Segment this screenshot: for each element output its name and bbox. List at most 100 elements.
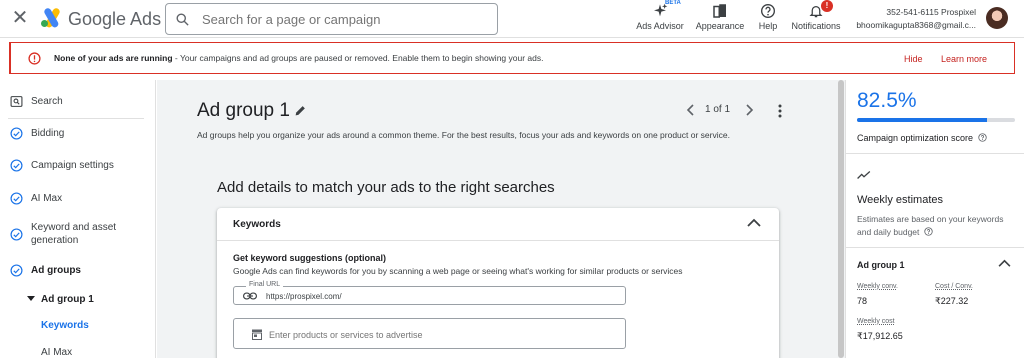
weekly-conv-value: 78 [857, 296, 868, 306]
search-box[interactable] [165, 3, 498, 35]
search-page-icon [10, 96, 23, 107]
nav-item-keywords[interactable]: Keywords [0, 319, 156, 333]
chevron-right-icon[interactable] [745, 104, 755, 116]
weekly-cost-label: Weekly cost [857, 318, 895, 325]
nav-item-ad-groups[interactable]: Ad groups [0, 264, 156, 278]
nav-label: Ad groups [31, 265, 81, 276]
ads-advisor-button[interactable]: BETA Ads Advisor [630, 0, 690, 38]
card-title: Keywords [233, 219, 281, 230]
score-label-text: Campaign optimization score [857, 133, 974, 143]
nav-label: AI Max [41, 347, 73, 358]
account-info[interactable]: 352-541-6115 Prospixel bhoomikagupta8368… [856, 6, 976, 32]
nav-label: Ad group 1 [41, 294, 94, 305]
storefront-icon [252, 329, 262, 340]
nav-label: Bidding [31, 128, 65, 139]
notifications-label: Notifications [791, 21, 841, 31]
banner-bold: None of your ads are running [54, 53, 173, 63]
account-id: 352-541-6115 Prospixel [886, 7, 976, 17]
check-circle-icon [10, 159, 23, 172]
help-outline-icon[interactable] [977, 133, 987, 142]
beta-badge: BETA [665, 0, 681, 6]
divider [846, 153, 1024, 154]
more-vert-icon[interactable] [777, 104, 783, 118]
pager-text: 1 of 1 [705, 104, 731, 115]
banner-text: - Your campaigns and ad groups are pause… [172, 53, 544, 63]
close-icon[interactable]: ✕ [10, 6, 30, 30]
help-button[interactable]: Help [752, 0, 784, 38]
right-panel: 82.5% Campaign optimization score Weekly… [845, 80, 1024, 358]
nav-label: Keywords [41, 320, 89, 331]
nav-item-bidding[interactable]: Bidding [0, 127, 156, 141]
score-bar-fill [857, 118, 988, 122]
chevron-left-icon[interactable] [685, 104, 695, 116]
scroll-thumb[interactable] [838, 80, 844, 358]
notification-badge: ! [821, 0, 833, 12]
final-url-label: Final URL [246, 281, 284, 288]
help-label: Help [758, 21, 778, 31]
avatar[interactable] [986, 7, 1008, 29]
notifications-button[interactable]: ! Notifications [790, 0, 842, 38]
help-outline-icon[interactable] [924, 227, 933, 236]
final-url-field[interactable]: Final URL [233, 281, 626, 305]
nav-item-search[interactable]: Search [0, 95, 156, 109]
nav-label: Campaign settings [31, 160, 114, 171]
banner-message: None of your ads are running - Your camp… [54, 53, 543, 63]
page-subtitle: Ad groups help you organize your ads aro… [197, 130, 730, 140]
nav-item-campaign-settings[interactable]: Campaign settings [0, 159, 156, 173]
card-header[interactable]: Keywords [217, 208, 779, 241]
hide-button[interactable]: Hide [904, 54, 923, 64]
weekly-estimates-title: Weekly estimates [857, 194, 943, 206]
nav-label: Keyword and asset generation [31, 222, 117, 246]
cost-per-conv-value: ₹227.32 [935, 296, 969, 306]
nav-item-ai-max-sub[interactable]: AI Max [0, 346, 156, 358]
chevron-up-icon[interactable] [998, 259, 1011, 268]
products-field[interactable] [233, 318, 626, 349]
ad-group-estimate-title: Ad group 1 [857, 260, 905, 270]
divider [846, 247, 1024, 248]
weekly-cost-value: ₹17,912.65 [857, 331, 903, 341]
nav-item-ai-max[interactable]: AI Max [0, 192, 156, 206]
nav-item-ad-group-1[interactable]: Ad group 1 [0, 293, 156, 307]
search-icon [176, 13, 189, 26]
ads-advisor-label: Ads Advisor [636, 21, 684, 31]
nav-item-keyword-asset-generation[interactable]: Keyword and asset generation [0, 221, 156, 249]
caret-down-icon [27, 296, 35, 301]
account-email: bhoomikagupta8368@gmail.c... [856, 20, 976, 30]
edit-pencil-icon[interactable] [294, 104, 307, 117]
score-bar [857, 118, 1015, 122]
keywords-card: Keywords Get keyword suggestions (option… [217, 208, 779, 358]
search-input[interactable] [202, 9, 492, 29]
main-content: Ad group 1 1 of 1 Ad groups help you org… [157, 80, 837, 358]
appearance-icon [713, 4, 726, 18]
cost-per-conv-label: Cost / Conv. [935, 283, 973, 290]
check-circle-icon [10, 192, 23, 205]
final-url-input[interactable] [266, 290, 616, 302]
error-icon [28, 52, 41, 65]
google-ads-logo [40, 8, 64, 33]
nav-label: AI Max [31, 193, 63, 204]
nav-divider [8, 118, 144, 119]
help-icon [761, 4, 775, 18]
link-icon [243, 292, 257, 300]
appearance-button[interactable]: Appearance [693, 0, 747, 38]
page-title: Ad group 1 [197, 100, 290, 121]
keyword-suggestions-title: Get keyword suggestions (optional) [233, 253, 387, 263]
error-banner: None of your ads are running - Your camp… [9, 42, 1015, 74]
keyword-suggestions-desc: Google Ads can find keywords for you by … [233, 266, 683, 276]
weekly-estimates-desc: Estimates are based on your keywords and… [857, 213, 1007, 239]
trending-up-icon [857, 171, 871, 179]
left-nav: Search Bidding Campaign settings AI Max … [0, 80, 156, 358]
check-circle-icon [10, 264, 23, 277]
learn-more-link[interactable]: Learn more [941, 54, 987, 64]
optimization-score: 82.5% [857, 89, 917, 112]
nav-label: Search [31, 96, 63, 107]
chevron-up-icon[interactable] [747, 218, 761, 228]
app-title: Google Ads [68, 9, 162, 29]
score-label[interactable]: Campaign optimization score [857, 133, 987, 143]
products-input[interactable] [269, 328, 609, 341]
weekly-conv-label: Weekly conv. [857, 283, 898, 290]
top-bar: ✕ Google Ads BETA Ads Advisor Appearance… [0, 0, 1024, 38]
check-circle-icon [10, 228, 23, 241]
scrollbar[interactable] [837, 80, 845, 358]
check-circle-icon [10, 127, 23, 140]
